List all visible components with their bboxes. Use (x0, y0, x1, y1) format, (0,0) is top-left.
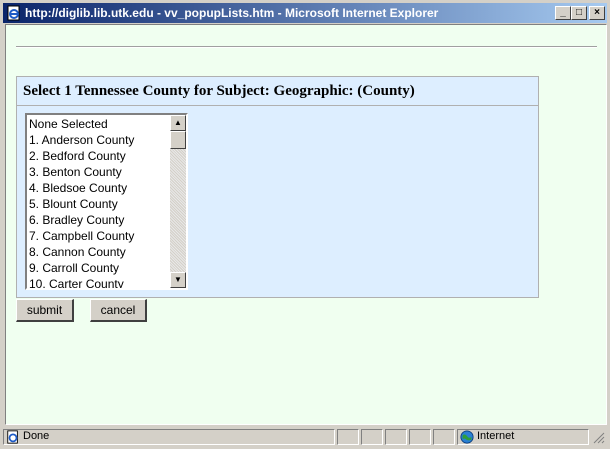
list-item[interactable]: 10. Carter County (29, 276, 134, 288)
submit-button[interactable]: submit (16, 299, 74, 322)
status-cell (361, 429, 383, 445)
page-content: Select 1 Tennessee County for Subject: G… (5, 24, 607, 425)
cancel-button[interactable]: cancel (90, 299, 147, 322)
panel-title: Select 1 Tennessee County for Subject: G… (23, 83, 415, 99)
browser-window: http://diglib.lib.utk.edu - vv_popupList… (0, 0, 610, 449)
list-item[interactable]: 2. Bedford County (29, 148, 134, 164)
close-button[interactable]: × (589, 6, 605, 20)
list-item[interactable]: 4. Bledsoe County (29, 180, 134, 196)
list-item[interactable]: None Selected (29, 116, 134, 132)
window-title: http://diglib.lib.utk.edu - vv_popupList… (25, 6, 439, 20)
scroll-up-arrow-icon[interactable]: ▲ (170, 115, 186, 131)
county-select-panel: Select 1 Tennessee County for Subject: G… (16, 76, 539, 298)
list-item[interactable]: 5. Blount County (29, 196, 134, 212)
scrollbar-thumb[interactable] (170, 131, 186, 149)
status-bar: Done Internet (3, 427, 607, 447)
panel-header: Select 1 Tennessee County for Subject: G… (17, 77, 538, 106)
scroll-down-arrow-icon[interactable]: ▼ (170, 272, 186, 288)
list-item[interactable]: 1. Anderson County (29, 132, 134, 148)
list-item[interactable]: 6. Bradley County (29, 212, 134, 228)
list-item[interactable]: 9. Carroll County (29, 260, 134, 276)
listbox-items: None Selected 1. Anderson County 2. Bedf… (29, 116, 134, 288)
status-cell (409, 429, 431, 445)
minimize-button[interactable]: _ (555, 6, 571, 20)
listbox-scrollbar[interactable]: ▲ ▼ (170, 115, 186, 288)
status-text: Done (23, 430, 50, 442)
ie-page-icon (7, 5, 20, 21)
horizontal-rule (16, 46, 597, 48)
resize-grip-icon[interactable] (593, 432, 605, 444)
status-cell (433, 429, 455, 445)
maximize-button[interactable]: □ (571, 6, 587, 20)
county-listbox[interactable]: None Selected 1. Anderson County 2. Bedf… (25, 113, 188, 290)
title-bar[interactable]: http://diglib.lib.utk.edu - vv_popupList… (3, 3, 607, 23)
list-item[interactable]: 3. Benton County (29, 164, 134, 180)
status-cell-main (3, 429, 335, 445)
list-item[interactable]: 8. Cannon County (29, 244, 134, 260)
security-zone-label: Internet (477, 430, 515, 442)
status-cell (385, 429, 407, 445)
status-cell (337, 429, 359, 445)
list-item[interactable]: 7. Campbell County (29, 228, 134, 244)
ie-page-icon (7, 430, 18, 444)
globe-icon (460, 430, 474, 444)
